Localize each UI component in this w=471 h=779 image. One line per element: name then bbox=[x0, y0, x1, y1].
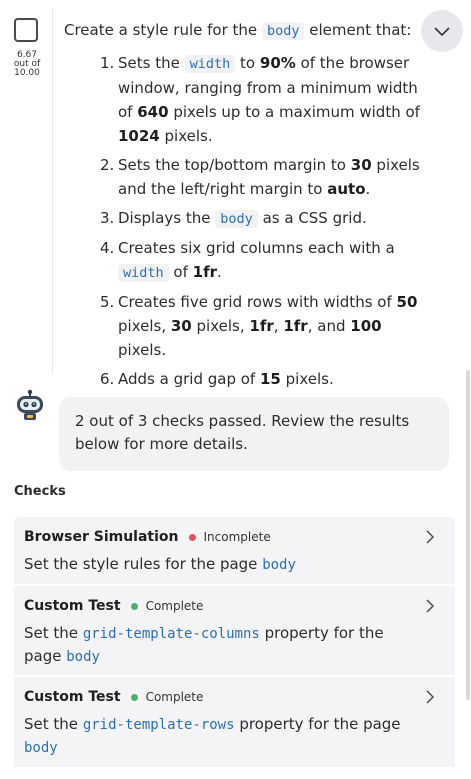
task-step: 4. Creates six grid columns each with a … bbox=[100, 239, 395, 282]
check-status: Complete bbox=[145, 599, 204, 613]
task-steps: 1. Sets the width to 90% of the browser … bbox=[100, 51, 420, 396]
score-max: 10.00 bbox=[14, 68, 40, 78]
intro-text-end: element that: bbox=[309, 21, 412, 39]
check-status: Complete bbox=[145, 690, 204, 704]
check-description: Set the grid-template-columns property f… bbox=[24, 624, 384, 665]
robot-avatar-icon bbox=[17, 389, 43, 420]
intro-code: body bbox=[261, 22, 305, 40]
task-complete-checkbox[interactable] bbox=[14, 18, 38, 42]
status-dot bbox=[130, 693, 138, 701]
check-name: Custom Test bbox=[24, 689, 121, 705]
task-step: 3. Displays the body as a CSS grid. bbox=[100, 209, 367, 228]
check-name: Custom Test bbox=[24, 598, 121, 614]
check-description: Set the grid-template-rows property for … bbox=[24, 715, 401, 756]
check-name: Browser Simulation bbox=[24, 529, 179, 545]
task-intro: Create a style rule for the body element… bbox=[64, 19, 411, 42]
chevron-right-icon bbox=[426, 599, 434, 613]
status-dot bbox=[188, 533, 196, 541]
status-dot bbox=[130, 602, 138, 610]
task-step: 6. Adds a grid gap of 15 pixels. bbox=[100, 370, 334, 388]
check-item[interactable]: Custom Test Complete Set the grid-templa… bbox=[14, 586, 455, 675]
chevron-right-icon bbox=[426, 530, 434, 544]
check-item[interactable]: Browser Simulation Incomplete Set the st… bbox=[14, 517, 455, 584]
check-description: Set the style rules for the page body bbox=[24, 555, 296, 573]
chevron-right-icon bbox=[426, 690, 434, 704]
chevron-down-icon bbox=[434, 27, 450, 37]
task-header: 6.67 out of 10.00 Create a style rule fo… bbox=[0, 0, 471, 388]
collapse-button[interactable] bbox=[421, 10, 463, 52]
assistant-message: 2 out of 3 checks passed. Review the res… bbox=[59, 397, 449, 471]
checks-heading: Checks bbox=[14, 484, 66, 499]
task-step: 5. Creates five grid rows with widths of… bbox=[100, 293, 418, 359]
task-score: 6.67 out of 10.00 bbox=[8, 51, 46, 78]
task-step: 1. Sets the width to 90% of the browser … bbox=[100, 54, 420, 145]
intro-text: Create a style rule for the bbox=[64, 21, 258, 39]
scrollbar[interactable] bbox=[466, 370, 470, 700]
check-item[interactable]: Custom Test Complete Set the grid-templa… bbox=[14, 677, 455, 767]
check-status: Incomplete bbox=[203, 530, 271, 544]
task-step: 2. Sets the top/bottom margin to 30 pixe… bbox=[100, 156, 420, 198]
divider bbox=[52, 8, 53, 372]
